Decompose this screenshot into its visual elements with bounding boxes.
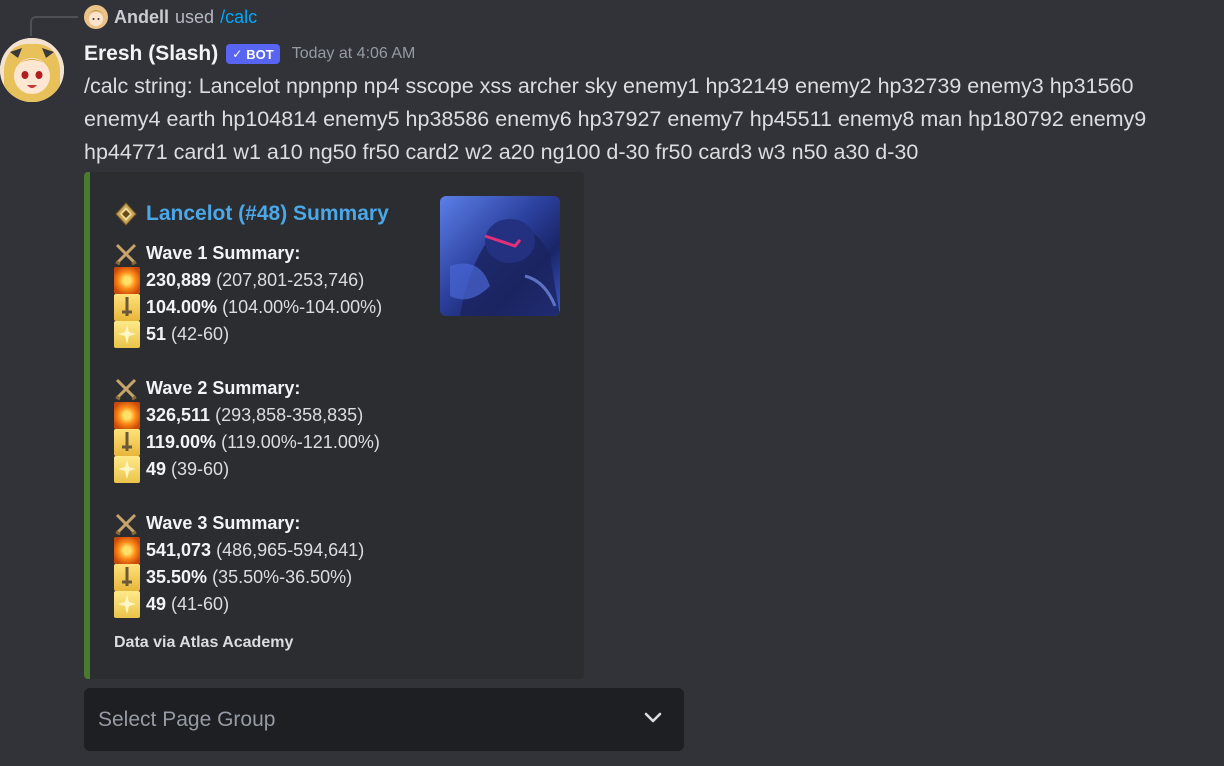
np-line: 104.00% (104.00%-104.00%) bbox=[114, 294, 382, 321]
np-range: (35.50%-36.50%) bbox=[212, 567, 353, 587]
stars-value: 49 bbox=[146, 594, 167, 614]
damage-icon bbox=[114, 537, 140, 564]
stars-range: (41-60) bbox=[171, 594, 230, 614]
damage-value: 326,511 bbox=[146, 405, 211, 425]
star-icon bbox=[114, 591, 140, 618]
bot-username[interactable]: Eresh (Slash) bbox=[84, 42, 218, 66]
message-timestamp[interactable]: Today at 4:06 AM bbox=[292, 45, 416, 63]
wave-heading-label: Wave 1 Summary: bbox=[146, 243, 301, 263]
berserker-class-icon bbox=[114, 202, 138, 226]
np-range: (119.00%-121.00%) bbox=[221, 432, 380, 452]
damage-icon bbox=[114, 267, 140, 294]
stars-value: 49 bbox=[146, 459, 167, 479]
stars-line: 49 (41-60) bbox=[114, 591, 364, 618]
bot-badge: ✓ BOT bbox=[226, 44, 280, 64]
crossed-swords-icon bbox=[114, 512, 138, 536]
np-gauge-icon bbox=[114, 294, 140, 321]
wave-heading: Wave 2 Summary: bbox=[114, 375, 380, 402]
bot-avatar[interactable] bbox=[0, 38, 64, 102]
embed-title[interactable]: Lancelot (#48) Summary bbox=[146, 202, 389, 226]
page-group-select[interactable]: Select Page Group bbox=[84, 688, 684, 751]
select-placeholder: Select Page Group bbox=[98, 707, 276, 731]
np-value: 119.00% bbox=[146, 432, 217, 452]
wave-heading: Wave 3 Summary: bbox=[114, 510, 364, 537]
wave-heading: Wave 1 Summary: bbox=[114, 240, 382, 267]
wave-heading-label: Wave 2 Summary: bbox=[146, 378, 301, 398]
np-value: 104.00% bbox=[146, 297, 218, 317]
star-icon bbox=[114, 321, 140, 348]
summary-embed: Lancelot (#48) Summary Wave 1 Summary: 2… bbox=[84, 172, 584, 679]
reply-command-link[interactable]: /calc bbox=[220, 7, 257, 28]
reply-connector bbox=[30, 16, 78, 36]
np-value: 35.50% bbox=[146, 567, 208, 587]
stars-line: 51 (42-60) bbox=[114, 321, 382, 348]
reply-reference[interactable]: Andell used /calc bbox=[84, 5, 257, 29]
star-icon bbox=[114, 456, 140, 483]
np-gauge-icon bbox=[114, 564, 140, 591]
chevron-down-icon[interactable] bbox=[642, 706, 664, 733]
damage-value: 230,889 bbox=[146, 270, 212, 290]
damage-range: (293,858-358,835) bbox=[215, 405, 364, 425]
reply-user-avatar[interactable] bbox=[84, 5, 108, 29]
reply-used-text: used bbox=[175, 6, 215, 27]
np-line: 119.00% (119.00%-121.00%) bbox=[114, 429, 380, 456]
stars-value: 51 bbox=[146, 324, 167, 344]
damage-line: 326,511 (293,858-358,835) bbox=[114, 402, 380, 429]
damage-icon bbox=[114, 402, 140, 429]
wave-3-summary: Wave 3 Summary: 541,073 (486,965-594,641… bbox=[114, 510, 364, 618]
damage-line: 541,073 (486,965-594,641) bbox=[114, 537, 364, 564]
message-header: Eresh (Slash) ✓ BOT Today at 4:06 AM bbox=[84, 40, 415, 68]
stars-range: (42-60) bbox=[171, 324, 230, 344]
wave-heading-label: Wave 3 Summary: bbox=[146, 513, 301, 533]
message-content: /calc string: Lancelot npnpnp np4 sscope… bbox=[84, 74, 1147, 164]
wave-1-summary: Wave 1 Summary: 230,889 (207,801-253,746… bbox=[114, 240, 382, 348]
stars-line: 49 (39-60) bbox=[114, 456, 380, 483]
damage-line: 230,889 (207,801-253,746) bbox=[114, 267, 382, 294]
damage-range: (486,965-594,641) bbox=[216, 540, 365, 560]
embed-title-row: Lancelot (#48) Summary bbox=[114, 202, 389, 226]
verified-check-icon: ✓ bbox=[232, 47, 243, 61]
bot-badge-label: BOT bbox=[246, 46, 274, 62]
crossed-swords-icon bbox=[114, 242, 138, 266]
stars-range: (39-60) bbox=[171, 459, 230, 479]
embed-footer: Data via Atlas Academy bbox=[114, 634, 294, 651]
np-line: 35.50% (35.50%-36.50%) bbox=[114, 564, 364, 591]
damage-range: (207,801-253,746) bbox=[216, 270, 365, 290]
np-range: (104.00%-104.00%) bbox=[222, 297, 383, 317]
damage-value: 541,073 bbox=[146, 540, 212, 560]
reply-username[interactable]: Andell bbox=[114, 7, 169, 28]
wave-2-summary: Wave 2 Summary: 326,511 (293,858-358,835… bbox=[114, 375, 380, 483]
crossed-swords-icon bbox=[114, 377, 138, 401]
servant-thumbnail[interactable] bbox=[440, 196, 560, 316]
np-gauge-icon bbox=[114, 429, 140, 456]
